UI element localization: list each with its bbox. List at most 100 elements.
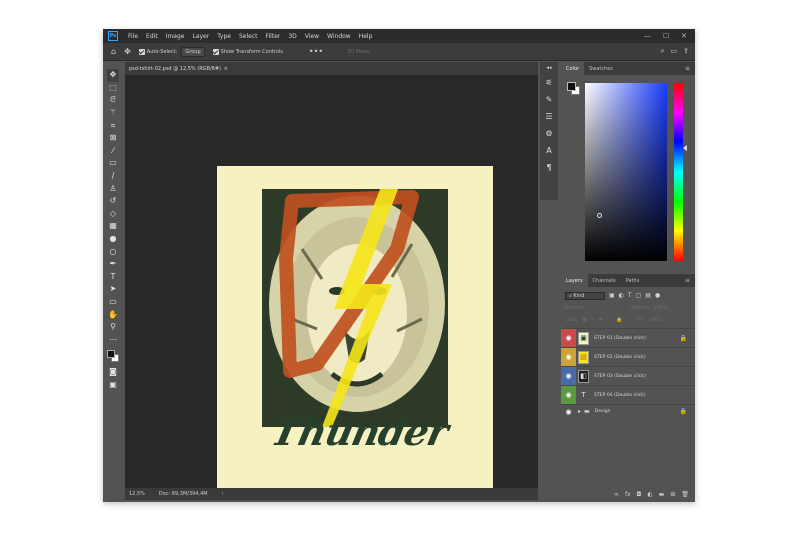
hand-tool-icon[interactable]: ✋ [107,308,119,321]
share-icon[interactable]: ⇪ [683,47,689,56]
screen-mode-icon[interactable]: ▣ [107,379,119,392]
color-picker-cursor[interactable] [597,213,602,218]
menu-view[interactable]: View [301,33,323,40]
tab-paths[interactable]: Paths [621,274,645,287]
tab-color[interactable]: Color [561,62,585,75]
foreground-swatch[interactable] [567,82,576,91]
layer-name[interactable]: STEP 03 (Double click) [594,374,646,379]
close-button[interactable]: ✕ [681,32,687,40]
menu-edit[interactable]: Edit [142,33,162,40]
blur-tool-icon[interactable]: ● [107,233,119,246]
saturation-value-field[interactable] [585,83,667,261]
history-panel-icon[interactable]: ⚟ [540,74,558,91]
type-filter-icon[interactable]: T [628,292,632,299]
new-layer-icon[interactable]: ⊞ [670,491,675,498]
maximize-button[interactable]: ☐ [663,32,669,40]
menu-window[interactable]: Window [323,33,355,40]
type-tool-icon[interactable]: T [107,271,119,284]
lasso-tool-icon[interactable]: ᘓ [107,94,119,107]
properties-icon[interactable]: ⚙ [540,125,558,142]
tab-channels[interactable]: Channels [588,274,621,287]
layer-name[interactable]: STEP 01 (Double click) [594,336,646,341]
layer-name[interactable]: STEP 04 (Double click) [594,393,646,398]
lock-all-icon[interactable]: 🔒 [616,317,622,323]
crop-tool-icon[interactable]: ⌗ [107,119,119,132]
workspace-icon[interactable]: ▭ [671,47,678,56]
blend-mode-dropdown[interactable]: Normal [565,305,605,311]
shape-filter-icon[interactable]: ▢ [636,292,642,299]
menu-select[interactable]: Select [235,33,262,40]
paragraph-panel-icon[interactable]: ¶ [540,159,558,176]
marquee-tool-icon[interactable]: ⬚ [107,82,119,95]
fx-icon[interactable]: fx [625,491,631,498]
menu-filter[interactable]: Filter [262,33,285,40]
kind-filter-dropdown[interactable]: ⌕ Kind [565,291,605,300]
hue-marker-icon[interactable] [683,145,687,151]
history-brush-icon[interactable]: ↺ [107,195,119,208]
close-tab-icon[interactable]: × [224,66,228,72]
gradient-tool-icon[interactable]: ▦ [107,220,119,233]
document-tab[interactable]: psd-tshirt-02.psd @ 12,5% (RGB/8#) × [125,62,232,75]
document-canvas[interactable]: Thunder [217,166,493,497]
panel-menu-icon[interactable]: ≡ [685,62,695,75]
new-group-icon[interactable]: ▬ [659,491,665,498]
menu-layer[interactable]: Layer [188,33,213,40]
foreground-color[interactable] [107,350,115,359]
layer-name[interactable]: STEP 02 (Double click) [594,355,646,360]
minimize-button[interactable]: — [644,32,651,40]
smart-object-filter-icon[interactable]: ▤ [645,292,651,299]
color-swatches[interactable] [106,349,120,363]
move-tool-icon[interactable]: ✥ [107,69,119,82]
tab-layers[interactable]: Layers [561,274,588,287]
edit-toolbar-icon[interactable]: ⋯ [107,333,119,346]
lock-paint-icon[interactable]: ✎ [591,317,595,323]
visibility-eye-icon[interactable]: ◉ [561,385,576,405]
zoom-tool-icon[interactable]: ⚲ [107,321,119,334]
link-layers-icon[interactable]: ∞ [614,491,619,498]
hue-slider[interactable] [674,83,683,261]
layer-row[interactable]: ◉ T STEP 04 (Double click) [561,385,695,405]
frame-tool-icon[interactable]: ⊠ [107,132,119,145]
eyedropper-icon[interactable]: ⁄ [107,145,119,158]
layer-name[interactable]: Design [595,409,611,414]
move-tool-icon[interactable]: ✥ [124,47,131,56]
eraser-icon[interactable]: ◇ [107,208,119,221]
brush-settings-icon[interactable]: ✎ [540,91,558,108]
delete-layer-icon[interactable]: 🗑 [681,491,689,498]
lock-pixels-icon[interactable]: ▦ [582,317,587,323]
canvas-area[interactable]: Thunder [125,75,538,497]
filter-toggle-icon[interactable]: ● [655,292,660,299]
layer-row[interactable]: ◉ ▣ STEP 01 (Double click) 🔒 [561,328,695,348]
dodge-tool-icon[interactable]: ○ [107,245,119,258]
lock-position-icon[interactable]: ✥ [599,317,603,323]
transform-controls-checkbox[interactable]: Show Transform Controls [212,48,283,55]
auto-select-checkbox[interactable]: Auto-Select: [138,48,177,55]
menu-image[interactable]: Image [162,33,189,40]
collapse-icon[interactable]: ◂◂ [540,62,558,74]
expand-group-icon[interactable]: ▸ [578,408,581,415]
character-panel-icon[interactable]: A [540,142,558,159]
menu-type[interactable]: Type [213,33,235,40]
adjustment-filter-icon[interactable]: ◐ [619,292,624,299]
magic-wand-icon[interactable]: ⚚ [107,107,119,120]
visibility-eye-icon[interactable]: ◉ [561,405,576,419]
clone-stamp-icon[interactable]: ♙ [107,182,119,195]
path-select-icon[interactable]: ➤ [107,283,119,296]
layer-row[interactable]: ◉ ◧ STEP 03 (Double click) [561,366,695,386]
adjustment-layer-icon[interactable]: ◐ [647,491,652,498]
shape-tool-icon[interactable]: ▭ [107,296,119,309]
layer-group-row[interactable]: ◉ ▸ ▬ Design 🔒 [561,404,695,418]
status-arrow-icon[interactable]: › [222,491,224,497]
opacity-value[interactable]: 100% [654,305,668,311]
visibility-eye-icon[interactable]: ◉ [561,347,576,367]
pen-tool-icon[interactable]: ✒ [107,258,119,271]
healing-brush-icon[interactable]: ▭ [107,157,119,170]
fill-value[interactable]: 100% [649,317,663,323]
brush-tool-icon[interactable]: ∕ [107,170,119,183]
panel-menu-icon[interactable]: ≡ [685,274,695,287]
menu-file[interactable]: File [124,33,142,40]
visibility-eye-icon[interactable]: ◉ [561,328,576,348]
auto-select-dropdown[interactable]: Group [181,46,205,57]
add-mask-icon[interactable]: ◘ [637,491,642,498]
zoom-level[interactable]: 12,5% [129,491,145,497]
